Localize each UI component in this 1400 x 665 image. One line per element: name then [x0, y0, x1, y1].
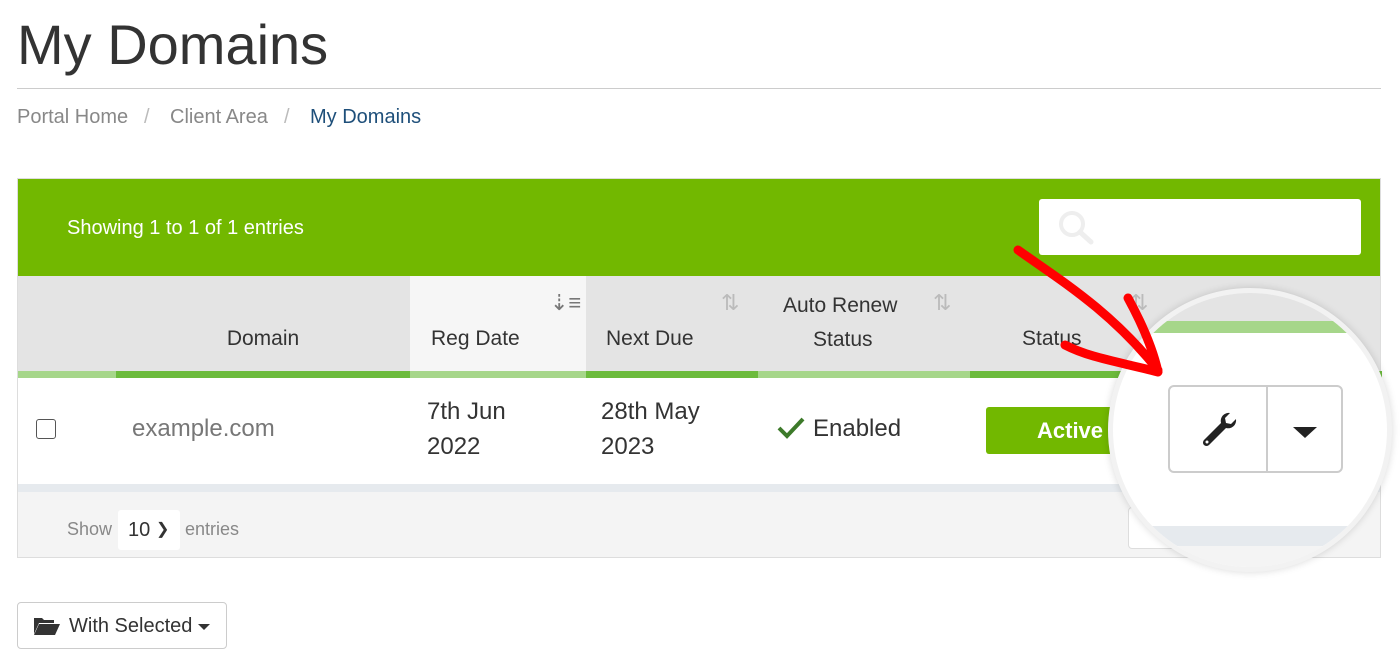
annotation-arrow	[1013, 245, 1163, 377]
